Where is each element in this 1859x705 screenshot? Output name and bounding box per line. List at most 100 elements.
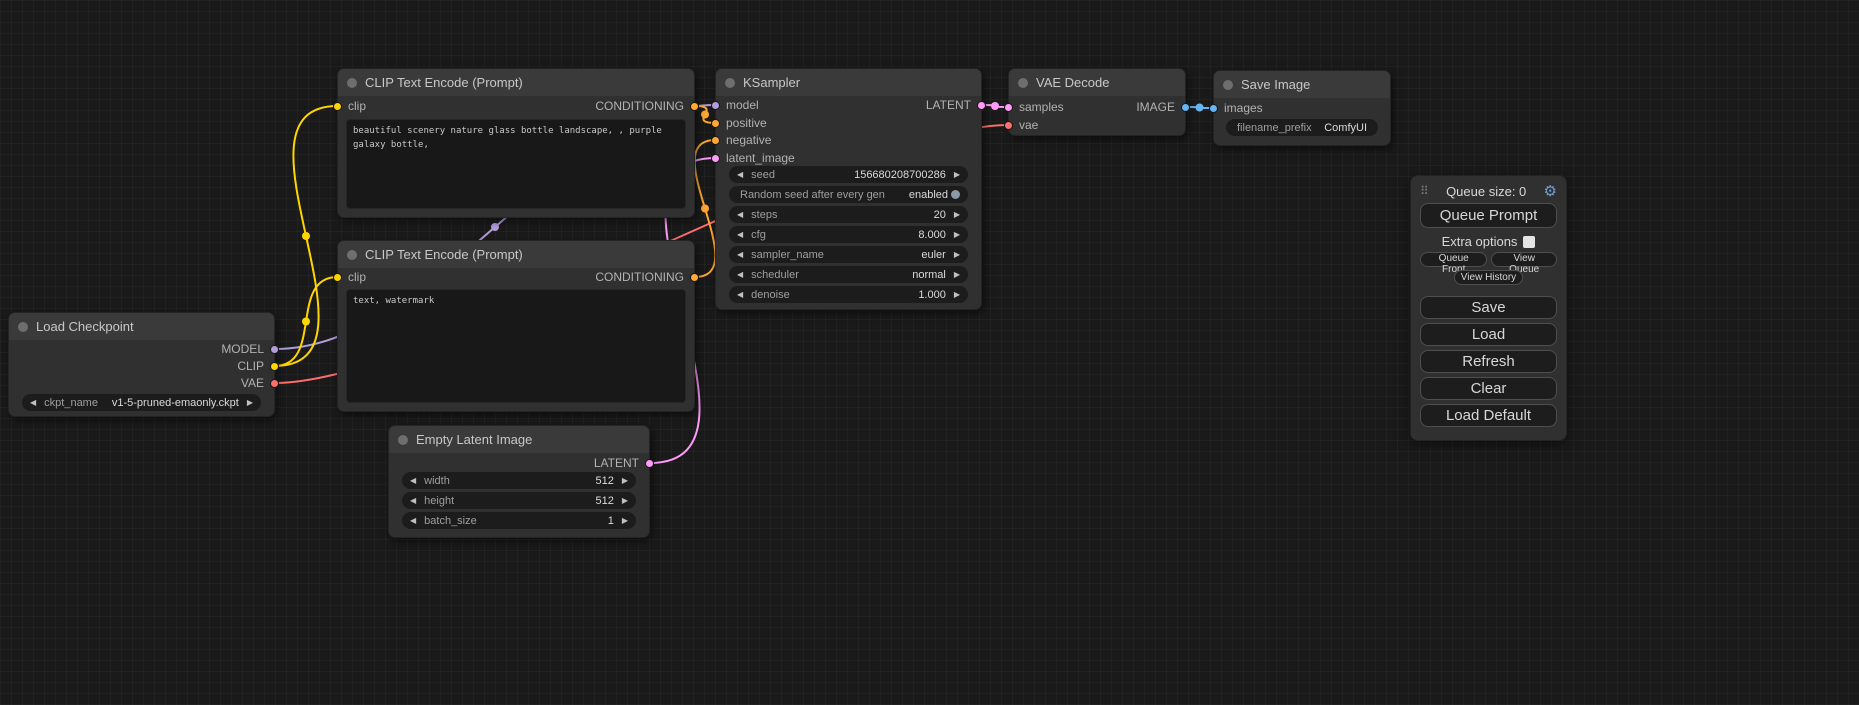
model-input-port[interactable] (711, 101, 720, 110)
clear-button[interactable]: Clear (1420, 377, 1557, 400)
widget-random-seed-toggle[interactable]: Random seed after every gen enabled (729, 186, 968, 203)
latent-output-port[interactable] (977, 101, 986, 110)
decrement-icon[interactable]: ◀ (737, 171, 743, 179)
view-queue-button[interactable]: View Queue (1491, 252, 1557, 267)
increment-icon[interactable]: ▶ (954, 211, 960, 219)
widget-sampler-name[interactable]: ◀ sampler_name euler ▶ (729, 246, 968, 263)
load-button[interactable]: Load (1420, 323, 1557, 346)
output-slot-model: MODEL (221, 340, 279, 358)
widget-cfg[interactable]: ◀ cfg 8.000 ▶ (729, 226, 968, 243)
samples-input-port[interactable] (1004, 103, 1013, 112)
decrement-icon[interactable]: ◀ (410, 477, 416, 485)
decrement-icon[interactable]: ◀ (410, 517, 416, 525)
view-history-button[interactable]: View History (1454, 270, 1523, 285)
decrement-icon[interactable]: ◀ (737, 211, 743, 219)
widget-scheduler[interactable]: ◀ scheduler normal ▶ (729, 266, 968, 283)
vae-input-port[interactable] (1004, 121, 1013, 130)
node-title-bar[interactable]: KSampler (716, 69, 981, 96)
node-clip-text-encode-negative[interactable]: CLIP Text Encode (Prompt) clip CONDITION… (337, 240, 695, 412)
widget-seed[interactable]: ◀ seed 156680208700286 ▶ (729, 166, 968, 183)
negative-input-port[interactable] (711, 136, 720, 145)
increment-icon[interactable]: ▶ (622, 497, 628, 505)
widget-value: 20 (934, 209, 946, 221)
node-title-bar[interactable]: CLIP Text Encode (Prompt) (338, 69, 694, 96)
extra-options-checkbox[interactable] (1523, 236, 1535, 248)
widget-width[interactable]: ◀ width 512 ▶ (402, 472, 636, 489)
increment-icon[interactable]: ▶ (954, 251, 960, 259)
output-slot-latent: LATENT (594, 454, 654, 472)
node-status-icon[interactable] (725, 78, 735, 88)
widget-value: enabled (909, 189, 948, 201)
widget-filename-prefix[interactable]: filename_prefix ComfyUI (1226, 119, 1378, 136)
widget-ckpt-name[interactable]: ◀ ckpt_name v1-5-pruned-emaonly.ckpt ▶ (22, 394, 261, 411)
image-output-port[interactable] (1181, 103, 1190, 112)
widget-denoise[interactable]: ◀ denoise 1.000 ▶ (729, 286, 968, 303)
node-status-icon[interactable] (1018, 78, 1028, 88)
node-title-bar[interactable]: Load Checkpoint (9, 313, 274, 340)
node-ksampler[interactable]: KSampler model positive negative latent_… (715, 68, 982, 310)
positive-prompt-textarea[interactable]: beautiful scenery nature glass bottle la… (346, 119, 686, 209)
latent-output-port[interactable] (645, 459, 654, 468)
node-title: Save Image (1241, 77, 1310, 92)
increment-icon[interactable]: ▶ (954, 271, 960, 279)
latent-image-input-port[interactable] (711, 154, 720, 163)
conditioning-output-port[interactable] (690, 102, 699, 111)
node-graph-canvas[interactable]: Load Checkpoint MODEL CLIP VAE ◀ ckpt_na… (0, 0, 1859, 705)
output-slot-vae: VAE (241, 374, 279, 392)
clip-input-port[interactable] (333, 102, 342, 111)
widget-steps[interactable]: ◀ steps 20 ▶ (729, 206, 968, 223)
node-title-bar[interactable]: Save Image (1214, 71, 1390, 98)
slot-label: clip (348, 270, 366, 284)
increment-icon[interactable]: ▶ (954, 231, 960, 239)
slot-label: VAE (241, 376, 264, 390)
drag-handle-icon[interactable]: ⠿ (1420, 184, 1429, 198)
clip-output-port[interactable] (270, 362, 279, 371)
queue-prompt-button[interactable]: Queue Prompt (1420, 203, 1557, 228)
node-status-icon[interactable] (347, 78, 357, 88)
widget-batch-size[interactable]: ◀ batch_size 1 ▶ (402, 512, 636, 529)
node-status-icon[interactable] (398, 435, 408, 445)
decrement-icon[interactable]: ◀ (737, 251, 743, 259)
refresh-button[interactable]: Refresh (1420, 350, 1557, 373)
slot-label: CLIP (237, 359, 264, 373)
images-input-port[interactable] (1209, 104, 1218, 113)
node-title-bar[interactable]: Empty Latent Image (389, 426, 649, 453)
increment-icon[interactable]: ▶ (954, 171, 960, 179)
node-vae-decode[interactable]: VAE Decode samples vae IMAGE (1008, 68, 1186, 136)
node-title-bar[interactable]: CLIP Text Encode (Prompt) (338, 241, 694, 268)
extra-options-label: Extra options (1442, 234, 1518, 249)
increment-icon[interactable]: ▶ (622, 477, 628, 485)
save-button[interactable]: Save (1420, 296, 1557, 319)
slot-label: model (726, 98, 759, 112)
increment-icon[interactable]: ▶ (954, 291, 960, 299)
decrement-icon[interactable]: ◀ (737, 271, 743, 279)
input-slot-samples: samples (1004, 98, 1064, 116)
node-load-checkpoint[interactable]: Load Checkpoint MODEL CLIP VAE ◀ ckpt_na… (8, 312, 275, 417)
settings-gear-icon[interactable]: ⚙ (1544, 182, 1557, 200)
conditioning-output-port[interactable] (690, 273, 699, 282)
node-status-icon[interactable] (18, 322, 28, 332)
model-output-port[interactable] (270, 345, 279, 354)
input-slot-clip: clip (333, 268, 366, 286)
increment-icon[interactable]: ▶ (622, 517, 628, 525)
node-status-icon[interactable] (347, 250, 357, 260)
node-save-image[interactable]: Save Image images filename_prefix ComfyU… (1213, 70, 1391, 146)
decrement-icon[interactable]: ◀ (410, 497, 416, 505)
toggle-on-icon[interactable] (951, 190, 960, 199)
decrement-icon[interactable]: ◀ (737, 231, 743, 239)
queue-front-button[interactable]: Queue Front (1420, 252, 1487, 267)
load-default-button[interactable]: Load Default (1420, 404, 1557, 427)
node-title-bar[interactable]: VAE Decode (1009, 69, 1185, 96)
widget-height[interactable]: ◀ height 512 ▶ (402, 492, 636, 509)
clip-input-port[interactable] (333, 273, 342, 282)
positive-input-port[interactable] (711, 119, 720, 128)
node-status-icon[interactable] (1223, 80, 1233, 90)
decrement-icon[interactable]: ◀ (30, 399, 36, 407)
node-clip-text-encode-positive[interactable]: CLIP Text Encode (Prompt) clip CONDITION… (337, 68, 695, 218)
increment-icon[interactable]: ▶ (247, 399, 253, 407)
decrement-icon[interactable]: ◀ (737, 291, 743, 299)
vae-output-port[interactable] (270, 379, 279, 388)
comfy-menu[interactable]: ⠿ Queue size: 0 ⚙ Queue Prompt Extra opt… (1410, 175, 1567, 441)
node-empty-latent-image[interactable]: Empty Latent Image LATENT ◀ width 512 ▶ … (388, 425, 650, 538)
negative-prompt-textarea[interactable]: text, watermark (346, 289, 686, 403)
